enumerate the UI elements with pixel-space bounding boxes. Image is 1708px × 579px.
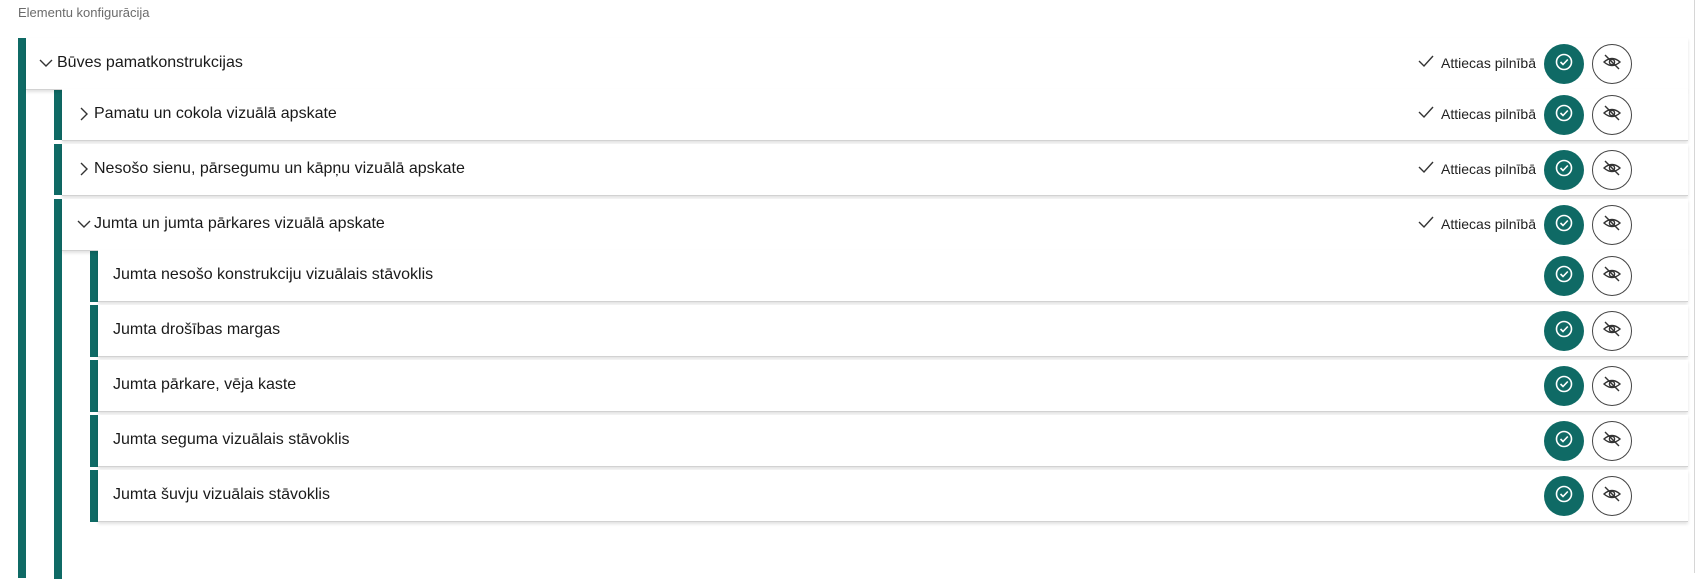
hide-button[interactable] xyxy=(1592,256,1632,296)
hide-button[interactable] xyxy=(1592,476,1632,516)
status-indicator: Attiecas pilnībā xyxy=(1418,160,1536,177)
status-indicator: Attiecas pilnībā xyxy=(1418,54,1536,71)
eye-off-icon xyxy=(1602,374,1622,399)
check-circle-icon xyxy=(1554,213,1574,238)
check-circle-icon xyxy=(1554,264,1574,289)
check-circle-icon xyxy=(1554,52,1574,77)
eye-off-icon xyxy=(1602,158,1622,183)
tree-item-row: Jumta šuvju vizuālais stāvoklis xyxy=(98,470,1688,522)
status-label: Attiecas pilnībā xyxy=(1441,215,1536,232)
confirm-button[interactable] xyxy=(1544,205,1584,245)
row-label: Būves pamatkonstrukcijas xyxy=(57,54,243,71)
eye-off-icon xyxy=(1602,264,1622,289)
eye-off-icon xyxy=(1602,484,1622,509)
tree-accent-bar xyxy=(54,144,62,195)
row-label: Nesošo sienu, pārsegumu un kāpņu vizuālā… xyxy=(94,160,465,177)
confirm-button[interactable] xyxy=(1544,366,1584,406)
tree-accent-bar xyxy=(90,250,98,302)
tree-root-row[interactable]: Būves pamatkonstrukcijas Attiecas pilnībā xyxy=(26,38,1688,90)
confirm-button[interactable] xyxy=(1544,95,1584,135)
tree-accent-bar-root xyxy=(18,38,26,578)
status-label: Attiecas pilnībā xyxy=(1441,54,1536,71)
eye-off-icon xyxy=(1602,52,1622,77)
confirm-button[interactable] xyxy=(1544,150,1584,190)
check-circle-icon xyxy=(1554,319,1574,344)
tree-accent-bar xyxy=(90,305,98,357)
eye-off-icon xyxy=(1602,213,1622,238)
check-circle-icon xyxy=(1554,103,1574,128)
chevron-down-icon[interactable] xyxy=(76,216,92,232)
tree-accent-bar xyxy=(54,199,62,579)
eye-off-icon xyxy=(1602,103,1622,128)
check-icon xyxy=(1418,160,1434,177)
row-label: Pamatu un cokola vizuālā apskate xyxy=(94,105,337,122)
chevron-right-icon[interactable] xyxy=(76,106,92,122)
row-label: Jumta un jumta pārkares vizuālā apskate xyxy=(94,215,385,232)
hide-button[interactable] xyxy=(1592,311,1632,351)
status-label: Attiecas pilnībā xyxy=(1441,160,1536,177)
tree-item-row: Jumta pārkare, vēja kaste xyxy=(98,360,1688,412)
hide-button[interactable] xyxy=(1592,95,1632,135)
check-circle-icon xyxy=(1554,158,1574,183)
tree-accent-bar xyxy=(54,90,62,140)
tree-item-row: Jumta nesošo konstrukciju vizuālais stāv… xyxy=(98,250,1688,302)
check-circle-icon xyxy=(1554,429,1574,454)
confirm-button[interactable] xyxy=(1544,256,1584,296)
check-circle-icon xyxy=(1554,374,1574,399)
chevron-right-icon[interactable] xyxy=(76,161,92,177)
tree-item-row: Jumta seguma vizuālais stāvoklis xyxy=(98,415,1688,467)
tree-group-row[interactable]: Jumta un jumta pārkares vizuālā apskate A… xyxy=(62,199,1688,251)
hide-button[interactable] xyxy=(1592,150,1632,190)
row-label: Jumta pārkare, vēja kaste xyxy=(113,376,297,393)
check-icon xyxy=(1418,215,1434,232)
row-label: Jumta drošības margas xyxy=(113,321,281,338)
confirm-button[interactable] xyxy=(1544,44,1584,84)
confirm-button[interactable] xyxy=(1544,476,1584,516)
row-label: Jumta nesošo konstrukciju vizuālais stāv… xyxy=(113,266,434,283)
scrollbar-track[interactable] xyxy=(1694,0,1695,573)
status-indicator: Attiecas pilnībā xyxy=(1418,105,1536,122)
eye-off-icon xyxy=(1602,319,1622,344)
tree-accent-bar xyxy=(90,415,98,467)
tree-group-row[interactable]: Pamatu un cokola vizuālā apskate Attiecas… xyxy=(62,89,1688,141)
check-circle-icon xyxy=(1554,484,1574,509)
check-icon xyxy=(1418,54,1434,71)
tree-accent-bar xyxy=(90,360,98,412)
row-label: Jumta šuvju vizuālais stāvoklis xyxy=(113,486,330,503)
tree-accent-bar xyxy=(90,470,98,522)
hide-button[interactable] xyxy=(1592,205,1632,245)
eye-off-icon xyxy=(1602,429,1622,454)
confirm-button[interactable] xyxy=(1544,311,1584,351)
confirm-button[interactable] xyxy=(1544,421,1584,461)
element-configuration-tree: Būves pamatkonstrukcijas Attiecas pilnībā… xyxy=(18,38,1688,579)
status-indicator: Attiecas pilnībā xyxy=(1418,215,1536,232)
section-title: Elementu konfigurācija xyxy=(18,5,150,20)
tree-item-row: Jumta drošības margas xyxy=(98,305,1688,357)
row-label: Jumta seguma vizuālais stāvoklis xyxy=(113,431,350,448)
hide-button[interactable] xyxy=(1592,421,1632,461)
tree-group-row[interactable]: Nesošo sienu, pārsegumu un kāpņu vizuālā… xyxy=(62,144,1688,196)
status-label: Attiecas pilnībā xyxy=(1441,105,1536,122)
hide-button[interactable] xyxy=(1592,366,1632,406)
chevron-down-icon[interactable] xyxy=(38,55,54,71)
hide-button[interactable] xyxy=(1592,44,1632,84)
check-icon xyxy=(1418,105,1434,122)
